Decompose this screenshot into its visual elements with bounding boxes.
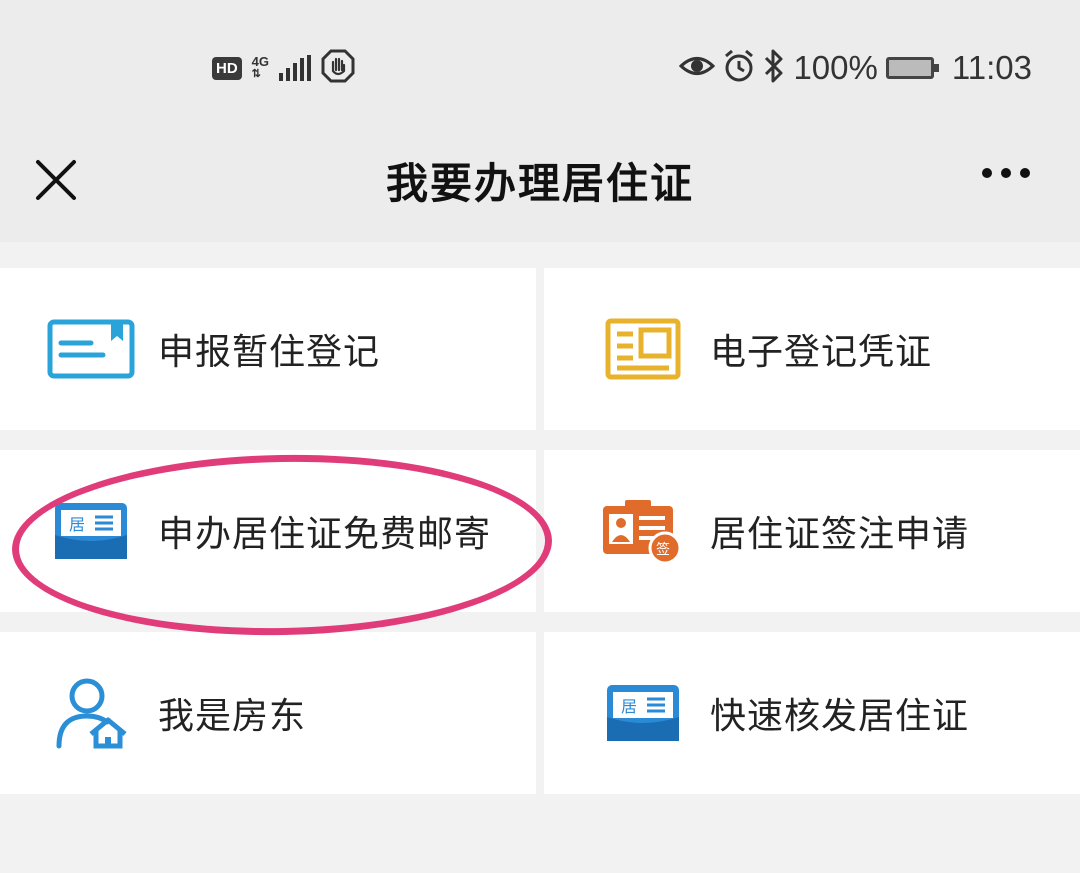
service-free-mail-residence-permit[interactable]: 居 申办居住证免费邮寄 <box>0 450 536 612</box>
title-bar: 我要办理居住证 <box>0 130 1080 242</box>
service-label: 电子登记凭证 <box>710 332 933 373</box>
data-arrows: ⇅ <box>251 68 261 80</box>
service-temporary-residence-registration[interactable]: 申报暂住登记 <box>0 268 536 430</box>
hand-icon <box>321 49 355 87</box>
svg-text:居: 居 <box>621 697 637 716</box>
status-bar: HD 4G ⇅ 100% 11:03 <box>0 0 1080 130</box>
sign-id-icon: 签 <box>598 496 688 566</box>
service-label: 快速核发居住证 <box>710 696 970 737</box>
eye-icon <box>679 51 716 85</box>
4g-icon: 4G ⇅ <box>252 55 269 81</box>
residence-card-icon: 居 <box>46 496 136 566</box>
status-right: 100% 11:03 <box>679 48 1032 88</box>
service-label: 居住证签注申请 <box>710 514 970 555</box>
service-landlord[interactable]: 我是房东 <box>0 632 536 794</box>
residence-card-icon: 居 <box>598 678 688 748</box>
service-grid: 申报暂住登记 电子登记凭证 居 申办居住证免费邮寄 签 居住证签注申请 我是房东… <box>0 268 1080 794</box>
certificate-icon <box>598 314 688 384</box>
service-label: 申办居住证免费邮寄 <box>158 514 492 555</box>
landlord-icon <box>46 678 136 749</box>
more-icon <box>982 168 992 178</box>
bluetooth-icon <box>763 48 785 88</box>
service-label: 我是房东 <box>158 696 307 737</box>
hd-icon: HD <box>212 56 242 80</box>
status-left: HD 4G ⇅ <box>212 49 355 87</box>
battery-percent: 100% <box>793 49 878 86</box>
alarm-icon <box>723 49 755 87</box>
service-label: 申报暂住登记 <box>158 332 381 373</box>
signal-icon <box>279 55 312 81</box>
network-label: 4G <box>251 54 270 69</box>
more-button[interactable] <box>982 168 1030 178</box>
registration-card-icon <box>46 314 136 384</box>
clock-time: 11:03 <box>951 49 1032 86</box>
battery-icon <box>885 57 939 79</box>
svg-text:居: 居 <box>69 515 85 534</box>
service-electronic-certificate[interactable]: 电子登记凭证 <box>544 268 1080 430</box>
svg-text:签: 签 <box>656 541 670 558</box>
service-fast-issue-residence-permit[interactable]: 居 快速核发居住证 <box>544 632 1080 794</box>
service-residence-permit-endorsement[interactable]: 签 居住证签注申请 <box>544 450 1080 612</box>
page-title: 我要办理居住证 <box>385 159 694 208</box>
